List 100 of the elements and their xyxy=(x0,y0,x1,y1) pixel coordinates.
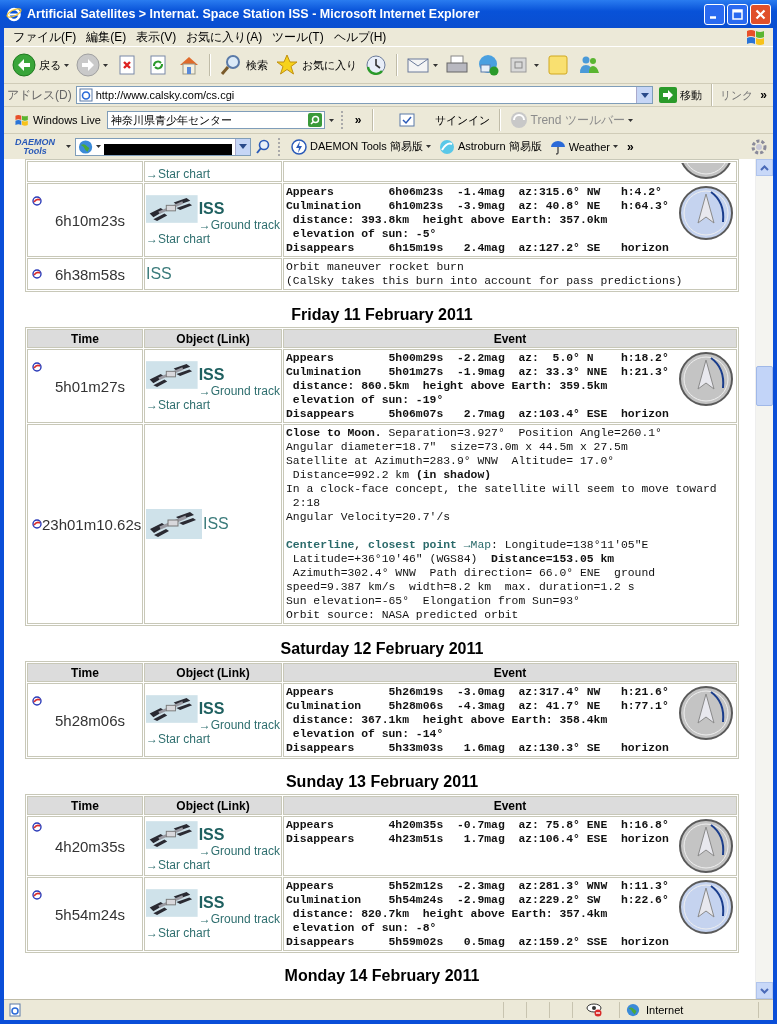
object-link[interactable]: ISS xyxy=(198,894,280,912)
column-header: Event xyxy=(283,663,737,682)
arrow-right-icon xyxy=(76,53,100,77)
orbit-icon xyxy=(32,195,42,206)
toolbar-button[interactable]: Weather xyxy=(547,138,620,155)
object-link[interactable]: ISS xyxy=(198,200,280,218)
map-link[interactable]: Centerline xyxy=(286,539,355,551)
day-heading: Sunday 13 February 2011 xyxy=(284,773,480,791)
search-icon xyxy=(307,113,322,127)
address-field[interactable]: http://www.calsky.com/cs.cgi xyxy=(75,86,654,104)
event-line: elevation of sun: -19° xyxy=(291,393,445,407)
overflow-button[interactable]: » xyxy=(624,139,637,154)
ground-track-link[interactable]: →Ground track xyxy=(198,718,280,732)
magnifier-icon xyxy=(219,53,243,77)
event-line: elevation of sun: -5° xyxy=(291,227,438,241)
ground-track-link[interactable]: →Ground track xyxy=(198,844,280,858)
overflow-button[interactable]: » xyxy=(757,88,770,102)
toolbar-button[interactable]: Astroburn 簡易版 xyxy=(436,138,544,155)
scroll-down-button[interactable] xyxy=(756,982,773,999)
windows-live-button[interactable]: Windows Live xyxy=(12,113,103,127)
star-chart-link[interactable]: →Star chart xyxy=(146,732,211,746)
dropdown-button[interactable] xyxy=(234,138,250,155)
space-station-icon xyxy=(146,694,198,724)
time-text: 5h28m06s xyxy=(53,711,127,729)
favorites-button[interactable]: お気に入り xyxy=(273,53,359,77)
event-line: Culmination 5h01m27s -1.9mag az: 33.3° NNE h:21.3° xyxy=(286,365,670,379)
event-line: Distance=992.2 km (in shadow) xyxy=(291,468,493,482)
maximize-button[interactable] xyxy=(727,3,748,25)
caret-icon[interactable] xyxy=(328,118,334,122)
menu-item[interactable]: 編集(E) xyxy=(81,28,132,46)
star-chart-link[interactable]: →Star chart xyxy=(146,167,211,181)
event-line: Disappears 5h06m07s 2.7mag az:103.4° ESE horizon xyxy=(286,407,670,421)
star-chart-link[interactable]: →Star chart xyxy=(146,926,211,940)
search-button[interactable] xyxy=(307,113,322,127)
swirl-icon xyxy=(509,111,528,129)
day-heading: Friday 11 February 2011 xyxy=(290,306,474,324)
dropdown-field[interactable] xyxy=(75,137,251,156)
menu-item[interactable]: ツール(T) xyxy=(267,28,329,46)
menu-item[interactable]: お気に入り(A) xyxy=(181,28,268,46)
orbit-icon xyxy=(32,695,42,706)
scroll-up-button[interactable] xyxy=(756,159,773,176)
object-link[interactable]: ISS xyxy=(203,515,229,533)
event-line: Latitude=+36°10'46″ (WGS84) Distance=153.05 km xyxy=(291,552,616,566)
event-line: Culmination 5h28m06s -4.3mag az: 41.7° NE h:77.1° xyxy=(286,699,670,713)
orbit-icon xyxy=(32,821,42,832)
event-line: Centerline, closest point →Map: Longitude=138°11'05″E xyxy=(286,538,650,552)
event-line: distance: 860.5km height above Earth: 359.5km xyxy=(291,379,609,393)
map-link[interactable]: closest point xyxy=(368,539,457,551)
orbit-icon xyxy=(32,269,42,279)
forward-button[interactable] xyxy=(74,53,110,77)
map-link[interactable]: →Map xyxy=(456,539,492,551)
globe-icon xyxy=(78,138,94,155)
object-link[interactable]: ISS xyxy=(198,366,280,384)
event-line: distance: 820.7km height above Earth: 357.4km xyxy=(291,907,609,921)
scroll-thumb[interactable] xyxy=(756,366,773,406)
object-link[interactable]: ISS xyxy=(146,265,172,282)
go-button[interactable]: 移動 xyxy=(657,87,705,103)
time-text: 4h20m35s xyxy=(53,837,127,855)
overflow-button[interactable]: » xyxy=(351,113,365,127)
menu-item[interactable]: ヘルプ(H) xyxy=(328,28,392,46)
links-button[interactable]: リンク xyxy=(720,87,754,103)
event-line: Culmination 5h54m24s -2.9mag az:229.2° SW h:22.6° xyxy=(286,893,670,907)
caret-icon xyxy=(627,118,633,122)
clock-icon xyxy=(364,53,388,77)
search-button[interactable]: 検索 xyxy=(217,53,270,77)
gear-icon[interactable] xyxy=(751,138,767,155)
caret-icon xyxy=(64,63,69,67)
lightning-icon xyxy=(291,138,307,155)
event-line: distance: 393.8km height above Earth: 357.0km xyxy=(291,213,609,227)
ground-track-link[interactable]: →Ground track xyxy=(198,912,280,926)
umbrella-icon xyxy=(549,138,566,155)
sign-in-button[interactable]: サインイン xyxy=(396,112,492,128)
menu-item[interactable]: 表示(V) xyxy=(131,28,182,46)
daemon-tools-logo[interactable]: DAEMON Tools xyxy=(8,137,62,156)
event-line: Angular diameter=18.7″ size=73.0m x 44.5m x 27.5m xyxy=(286,440,629,454)
star-chart-link[interactable]: →Star chart xyxy=(146,232,211,246)
star-chart-link[interactable]: →Star chart xyxy=(146,858,211,872)
disc-icon xyxy=(438,138,455,155)
menu-item[interactable]: ファイル(F) xyxy=(8,28,82,46)
search-icon[interactable] xyxy=(255,138,271,155)
ground-track-link[interactable]: →Ground track xyxy=(198,384,280,398)
caret-icon[interactable] xyxy=(66,145,71,148)
event-line: Disappears 5h59m02s 0.5mag az:159.2° SSE horizon xyxy=(286,935,670,949)
search-field[interactable]: 神奈川県青少年センター xyxy=(106,111,325,129)
time-text: 5h54m24s xyxy=(53,905,127,923)
object-link[interactable]: ISS xyxy=(198,700,280,718)
ground-track-link[interactable]: →Ground track xyxy=(198,218,280,232)
star-chart-link[interactable]: →Star chart xyxy=(146,398,211,412)
window-title: Artificial Satellites > Internat. Space Station ISS - Microsoft Internet Explorer xyxy=(27,7,480,21)
toolbar-button[interactable]: DAEMON Tools 簡易版 xyxy=(289,138,433,155)
object-link[interactable]: ISS xyxy=(198,826,280,844)
event-line: Close to Moon. Separation=3.927° Position Angle=260.1° xyxy=(286,426,663,440)
event-line: Orbit maneuver rocket burn xyxy=(286,260,465,274)
back-button[interactable]: 戻る xyxy=(10,53,71,77)
dropdown-button[interactable] xyxy=(636,87,653,103)
scrollbar[interactable] xyxy=(755,159,773,999)
close-button[interactable] xyxy=(750,3,771,25)
column-header: Time xyxy=(27,329,143,348)
minimize-button[interactable] xyxy=(704,3,725,25)
space-station-icon xyxy=(146,360,198,390)
